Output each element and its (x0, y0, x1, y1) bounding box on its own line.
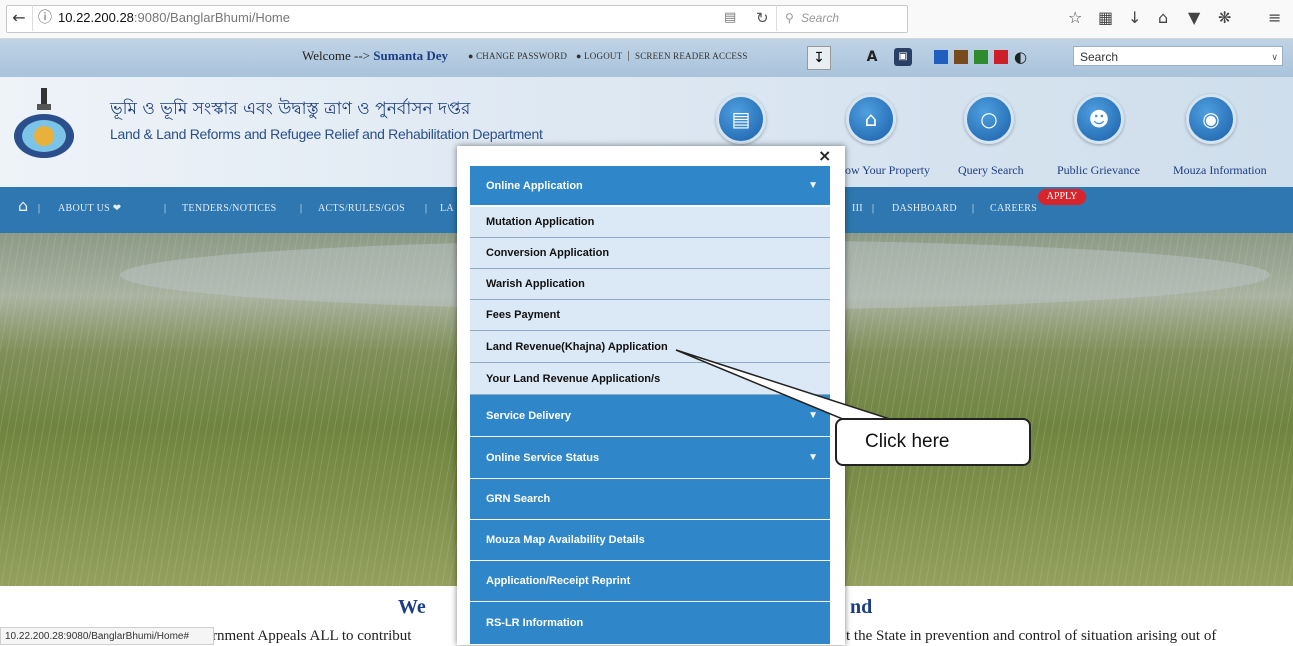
click-here-callout: Click here (835, 418, 1031, 466)
callout-pointer (675, 349, 894, 423)
